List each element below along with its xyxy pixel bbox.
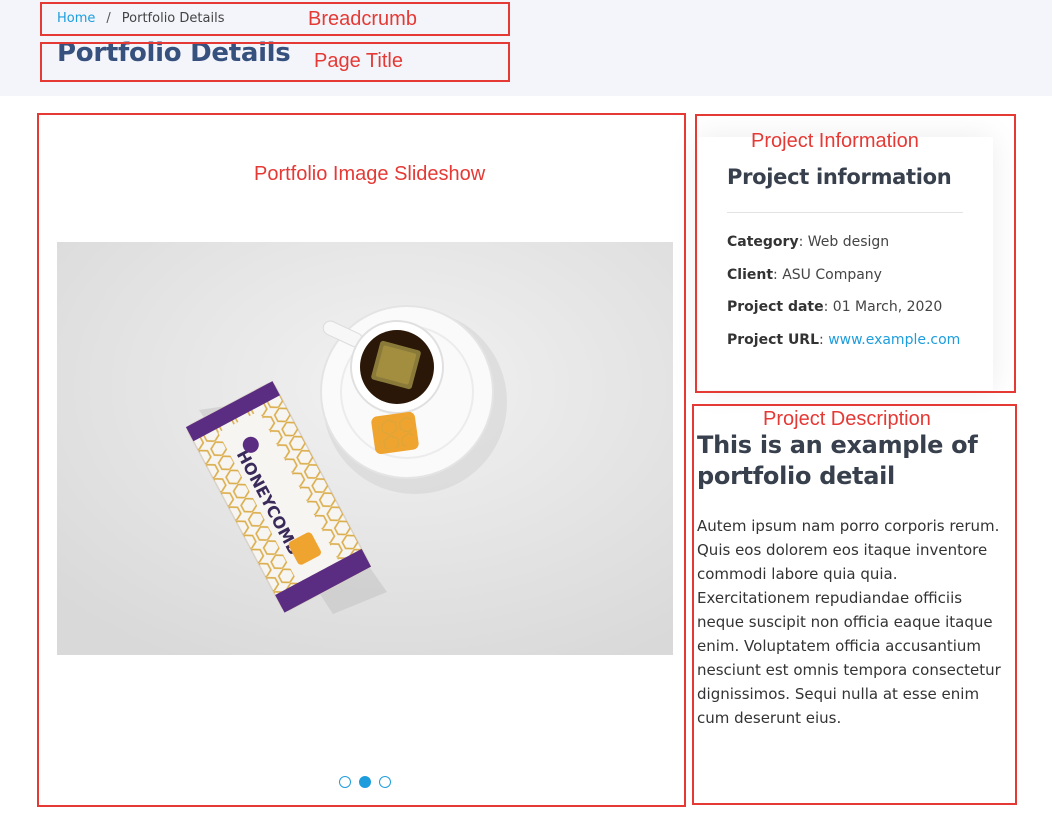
- annotation-label-breadcrumb: Breadcrumb: [308, 8, 417, 30]
- annotation-label-project-information: Project Information: [751, 130, 919, 152]
- annotation-label-page-title: Page Title: [314, 50, 403, 72]
- annotation-box-page-title: [40, 42, 510, 82]
- annotation-box-slideshow: [37, 113, 686, 807]
- annotation-box-project-description: [692, 404, 1017, 805]
- annotation-box-project-information: [695, 114, 1016, 393]
- annotation-label-project-description: Project Description: [763, 408, 931, 430]
- annotation-label-slideshow: Portfolio Image Slideshow: [254, 163, 486, 185]
- annotation-box-breadcrumb: [40, 2, 510, 36]
